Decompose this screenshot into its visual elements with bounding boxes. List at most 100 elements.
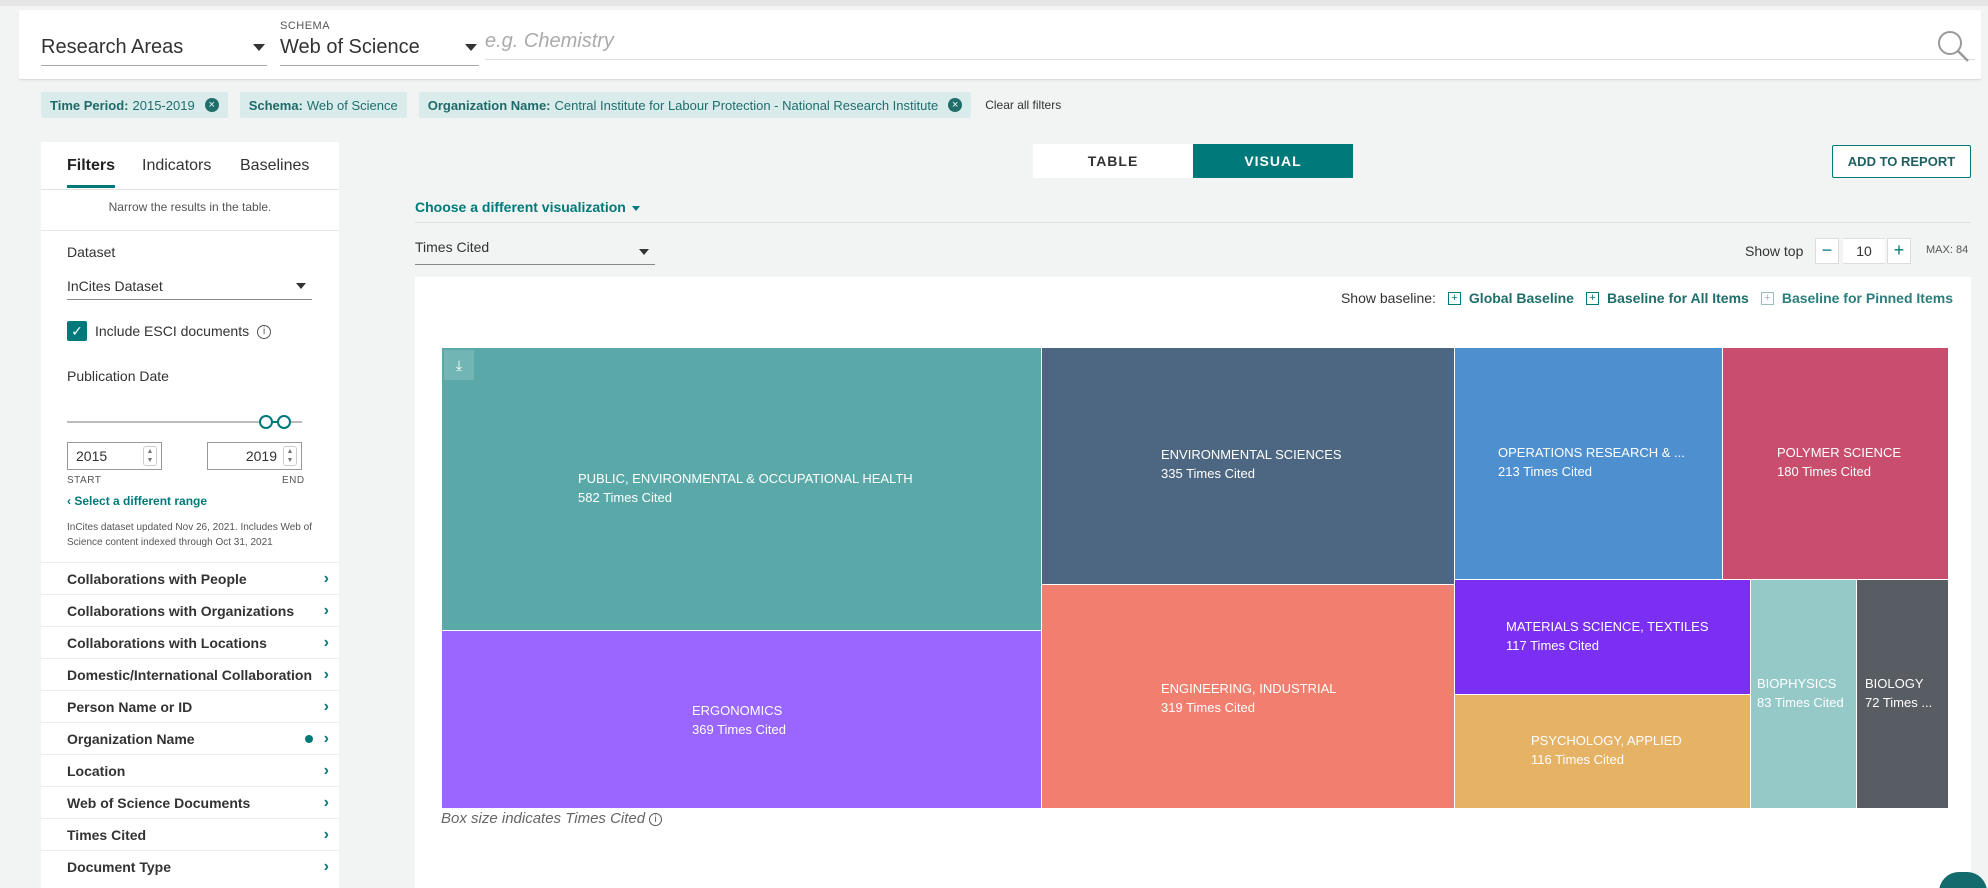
- caption-text: Box size indicates Times Cited: [441, 810, 646, 827]
- search-input[interactable]: e.g. Chemistry: [485, 30, 1975, 60]
- increment-button[interactable]: +: [1887, 238, 1911, 264]
- treemap-tile[interactable]: POLYMER SCIENCE 180 Times Cited: [1722, 347, 1949, 580]
- all-items-baseline-label: Baseline for All Items: [1606, 290, 1749, 306]
- slider-start-handle[interactable]: [259, 415, 273, 429]
- show-top-input[interactable]: 10: [1843, 238, 1885, 264]
- filter-panel: Filters Indicators Baselines Narrow the …: [41, 142, 339, 888]
- global-baseline-toggle[interactable]: + Global Baseline: [1447, 290, 1574, 306]
- tile-value: 180 Times Cited: [1777, 464, 1871, 479]
- chevron-right-icon: ›: [323, 762, 329, 779]
- end-label: END: [282, 475, 305, 486]
- chevron-down-icon: [465, 44, 477, 51]
- research-area-select[interactable]: Research Areas: [41, 36, 267, 66]
- schema-value: Web of Science: [280, 36, 420, 58]
- clear-all-filters-link[interactable]: Clear all filters: [985, 98, 1061, 112]
- tile-name: PUBLIC, ENVIRONMENTAL & OCCUPATIONAL HEA…: [578, 471, 913, 486]
- chip-key: Time Period:: [50, 97, 129, 113]
- panel-hint: Narrow the results in the table.: [108, 200, 272, 214]
- tile-value: 83 Times Cited: [1757, 695, 1844, 710]
- filter-item[interactable]: Collaborations with People ›: [41, 562, 339, 594]
- tile-value: 369 Times Cited: [692, 722, 786, 737]
- baseline-options: Show baseline: + Global Baseline + Basel…: [1341, 290, 1953, 306]
- treemap-tile[interactable]: ⤓ PUBLIC, ENVIRONMENTAL & OCCUPATIONAL H…: [441, 347, 1042, 631]
- filter-item[interactable]: Collaborations with Organizations ›: [41, 594, 339, 626]
- treemap-tile[interactable]: MATERIALS SCIENCE, TEXTILES 117 Times Ci…: [1454, 579, 1751, 695]
- tile-name: BIOPHYSICS: [1757, 676, 1837, 691]
- chevron-right-icon: ›: [323, 858, 329, 875]
- filter-item[interactable]: Document Type ›: [41, 850, 339, 882]
- show-top-label: Show top: [1745, 243, 1804, 259]
- baseline-label: Show baseline:: [1340, 290, 1436, 306]
- schema-select[interactable]: Web of Science: [280, 36, 479, 66]
- metric-select[interactable]: Times Cited: [415, 239, 655, 265]
- pinned-items-baseline-toggle[interactable]: + Baseline for Pinned Items: [1760, 290, 1953, 306]
- treemap-tile[interactable]: PSYCHOLOGY, APPLIED 116 Times Cited: [1454, 694, 1751, 809]
- tile-label: ENGINEERING, INDUSTRIAL 319 Times Cited: [1161, 679, 1337, 717]
- active-filter-dot: [305, 735, 313, 743]
- tile-label: BIOLOGY 72 Times ...: [1865, 674, 1932, 712]
- filter-item[interactable]: Person Name or ID ›: [41, 690, 339, 722]
- tab-filters[interactable]: Filters: [67, 157, 116, 188]
- visual-view-button[interactable]: VISUAL: [1193, 144, 1353, 178]
- search-icon[interactable]: [1935, 28, 1971, 64]
- tab-baselines[interactable]: Baselines: [240, 157, 309, 175]
- choose-visualization-dropdown[interactable]: Choose a different visualization: [415, 199, 640, 215]
- stepper-icon[interactable]: ▲ ▼: [283, 446, 297, 466]
- treemap-tile[interactable]: OPERATIONS RESEARCH & ... 213 Times Cite…: [1454, 347, 1723, 580]
- tile-name: PSYCHOLOGY, APPLIED: [1531, 733, 1682, 748]
- tile-name: OPERATIONS RESEARCH & ...: [1498, 445, 1685, 460]
- tile-value: 319 Times Cited: [1161, 700, 1255, 715]
- filter-item[interactable]: Collaborations with Locations ›: [41, 626, 339, 658]
- filter-item[interactable]: Web of Science Documents ›: [41, 786, 339, 818]
- slider-end-handle[interactable]: [277, 415, 291, 429]
- filter-item-label: Collaborations with Locations: [67, 635, 267, 651]
- decrement-button[interactable]: −: [1815, 238, 1839, 264]
- filter-item[interactable]: Location ›: [41, 754, 339, 786]
- tile-name: ERGONOMICS: [692, 703, 783, 718]
- tile-name: ENVIRONMENTAL SCIENCES: [1161, 447, 1342, 462]
- info-icon[interactable]: i: [649, 812, 663, 826]
- divider: [415, 222, 1971, 223]
- tile-value: 117 Times Cited: [1506, 638, 1599, 653]
- filter-item-label: Times Cited: [67, 827, 147, 843]
- add-to-report-button[interactable]: ADD TO REPORT: [1832, 145, 1971, 178]
- choose-visualization-label: Choose a different visualization: [415, 199, 626, 215]
- treemap-tile[interactable]: BIOPHYSICS 83 Times Cited: [1750, 579, 1857, 809]
- all-items-baseline-toggle[interactable]: + Baseline for All Items: [1585, 290, 1749, 306]
- filter-item[interactable]: Times Cited ›: [41, 818, 339, 850]
- filter-item-label: Location: [67, 763, 126, 779]
- view-toggle: TABLE VISUAL: [1033, 144, 1353, 178]
- publication-date-label: Publication Date: [67, 368, 169, 384]
- tile-name: MATERIALS SCIENCE, TEXTILES: [1506, 619, 1709, 634]
- info-icon[interactable]: i: [257, 325, 272, 340]
- treemap-caption: Box size indicates Times Cited i: [441, 810, 663, 827]
- table-view-button[interactable]: TABLE: [1033, 144, 1193, 178]
- filter-item[interactable]: Organization Name ›: [41, 722, 339, 754]
- tile-name: ENGINEERING, INDUSTRIAL: [1161, 681, 1337, 696]
- dataset-select[interactable]: InCites Dataset: [67, 272, 312, 300]
- esci-label-text: Include ESCI documents: [95, 323, 250, 339]
- select-range-link[interactable]: ‹ Select a different range: [67, 494, 207, 508]
- treemap-tile[interactable]: ENVIRONMENTAL SCIENCES 335 Times Cited: [1041, 347, 1455, 585]
- plus-square-icon: +: [1585, 291, 1599, 305]
- stepper-icon[interactable]: ▲ ▼: [143, 446, 157, 466]
- range-link-text: Select a different range: [74, 494, 208, 508]
- end-year-input[interactable]: 2019 ▲ ▼: [207, 442, 302, 470]
- metric-value: Times Cited: [415, 239, 490, 255]
- esci-checkbox[interactable]: ✓: [67, 321, 87, 341]
- tab-indicators[interactable]: Indicators: [142, 157, 211, 175]
- chip-organization: Organization Name: Central Institute for…: [418, 92, 972, 118]
- tile-name: BIOLOGY: [1865, 676, 1924, 691]
- close-icon[interactable]: ×: [204, 98, 219, 112]
- treemap-tile[interactable]: BIOLOGY 72 Times ...: [1856, 579, 1949, 809]
- treemap-tile[interactable]: ENGINEERING, INDUSTRIAL 319 Times Cited: [1041, 584, 1455, 809]
- top-edge: [0, 0, 1988, 6]
- close-icon[interactable]: ×: [948, 98, 963, 112]
- start-year-input[interactable]: 2015 ▲ ▼: [67, 442, 162, 470]
- chip-key: Organization Name:: [427, 97, 551, 113]
- search-bar: Research Areas SCHEMA Web of Science e.g…: [19, 10, 1981, 80]
- treemap-tile[interactable]: ERGONOMICS 369 Times Cited: [441, 630, 1042, 809]
- filter-item[interactable]: Domestic/International Collaboration ›: [41, 658, 339, 690]
- download-icon[interactable]: ⤓: [444, 350, 474, 380]
- chip-key: Schema:: [248, 97, 303, 113]
